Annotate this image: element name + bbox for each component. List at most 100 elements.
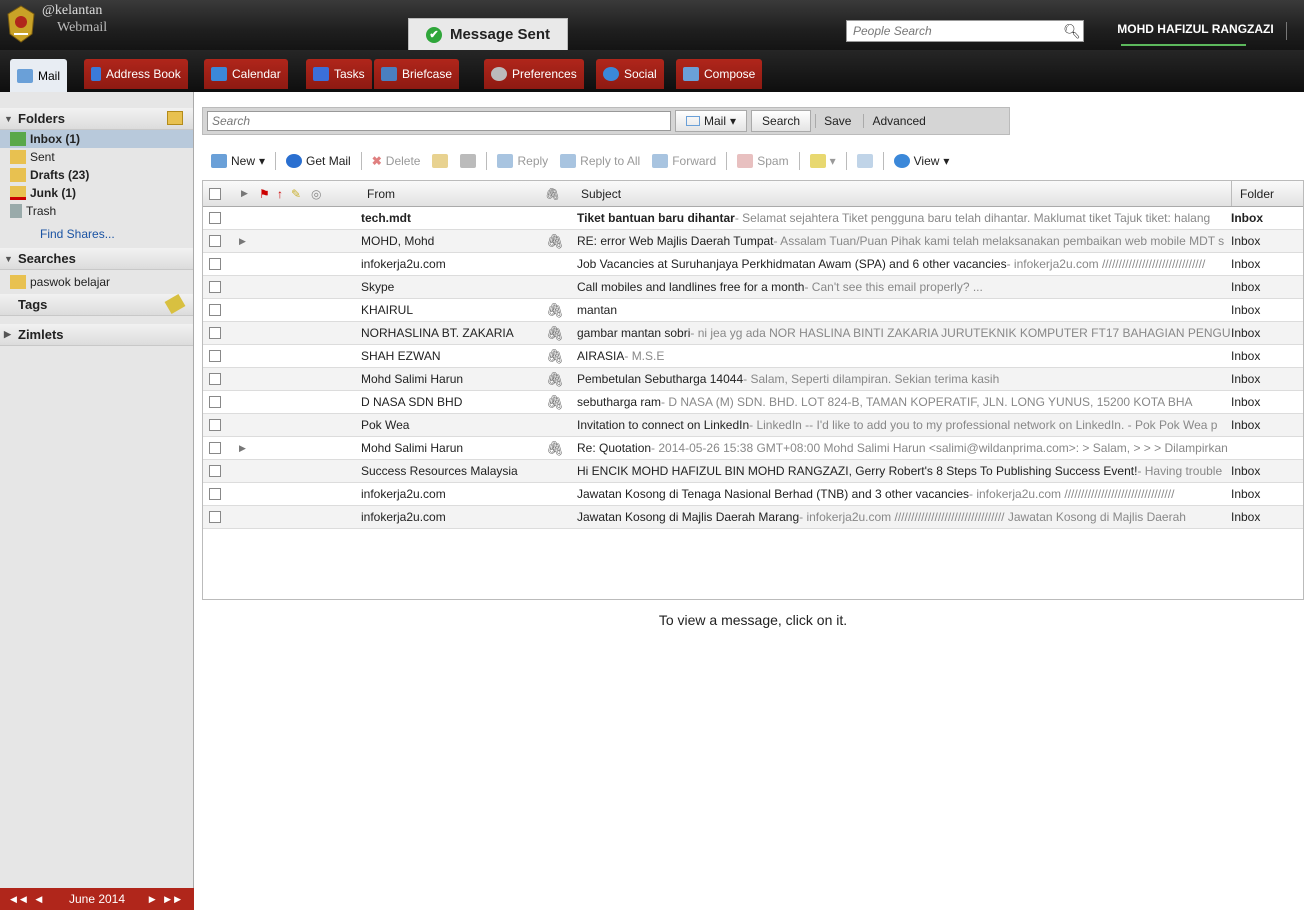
row-checkbox[interactable] — [209, 345, 225, 367]
attachment-column-icon[interactable]: 🖇︎ — [545, 181, 560, 206]
spam-button[interactable]: Spam — [732, 149, 793, 173]
new-tag-icon[interactable] — [164, 293, 186, 315]
sidebar-item-sent[interactable]: Sent — [0, 148, 193, 166]
sidebar-item-drafts[interactable]: Drafts (23) — [0, 166, 193, 184]
row-folder: Inbox — [1231, 322, 1295, 344]
folders-header[interactable]: ▼ Folders — [0, 108, 193, 130]
row-subject: Hi ENCIK MOHD HAFIZUL BIN MOHD RANGZAZI,… — [577, 460, 1303, 482]
folder-column-header[interactable]: Folder — [1231, 181, 1303, 206]
table-row[interactable]: Skype Call mobiles and landlines free for… — [203, 276, 1303, 299]
search-button[interactable]: Search — [751, 110, 812, 132]
new-folder-icon[interactable] — [167, 111, 183, 125]
table-row[interactable]: infokerja2u.com Job Vacancies at Suruhanj… — [203, 253, 1303, 276]
flag-column-icon[interactable]: ⚑ — [259, 181, 270, 206]
search-icon[interactable]: 🔍︎ — [1061, 23, 1083, 40]
tab-preferences[interactable]: Preferences — [484, 59, 584, 89]
row-checkbox[interactable] — [209, 460, 225, 482]
zimlets-header[interactable]: ▶ Zimlets — [0, 324, 193, 346]
next-month-icon[interactable]: ▶ ▶▶ — [149, 894, 184, 905]
get-mail-label: Get Mail — [306, 154, 351, 168]
row-checkbox[interactable] — [209, 299, 225, 321]
expand-arrow-icon[interactable]: ▶ — [4, 329, 18, 340]
view-button[interactable]: View ▾ — [889, 149, 955, 173]
get-mail-button[interactable]: Get Mail — [281, 149, 356, 173]
from-column-header[interactable]: From — [367, 181, 395, 206]
subject-column-header[interactable]: Subject — [581, 181, 621, 206]
save-search-button[interactable]: Save — [815, 114, 859, 128]
print-button[interactable] — [455, 149, 481, 173]
table-row[interactable]: infokerja2u.com Jawatan Kosong di Tenaga … — [203, 483, 1303, 506]
user-menu[interactable]: MOHD HAFIZUL RANGZAZI — [1105, 22, 1287, 46]
sidebar-item-saved-search[interactable]: paswok belajar — [0, 270, 193, 294]
table-row[interactable]: tech.mdt Tiket bantuan baru dihantar - Se… — [203, 207, 1303, 230]
tag-button[interactable]: ▾ — [805, 149, 841, 173]
table-row[interactable]: NORHASLINA BT. ZAKARIA 🖇︎ gambar mantan so… — [203, 322, 1303, 345]
row-from: Pok Wea — [361, 418, 410, 432]
row-checkbox[interactable] — [209, 414, 225, 436]
mail-search-input[interactable]: Search — [207, 111, 671, 131]
expand-conversation-icon[interactable]: ▶ — [239, 437, 253, 459]
reply-all-button[interactable]: Reply to All — [555, 149, 645, 173]
table-row[interactable]: infokerja2u.com Jawatan Kosong di Majlis … — [203, 506, 1303, 529]
row-folder: Inbox — [1231, 414, 1295, 436]
delete-button[interactable]: ✖ Delete — [367, 149, 426, 173]
prev-month-icon[interactable]: ◀◀ ◀ — [10, 894, 45, 905]
select-all-checkbox[interactable] — [209, 181, 221, 206]
searches-title: Searches — [18, 251, 76, 266]
detach-button[interactable] — [852, 149, 878, 173]
calendar-month[interactable]: June 2014 — [69, 892, 125, 906]
row-checkbox[interactable] — [209, 253, 225, 275]
move-button[interactable] — [427, 149, 453, 173]
table-row[interactable]: Success Resources Malaysia Hi ENCIK MOHD … — [203, 460, 1303, 483]
row-checkbox[interactable] — [209, 230, 225, 252]
row-from: infokerja2u.com — [361, 257, 446, 271]
sidebar-item-inbox[interactable]: Inbox (1) — [0, 130, 193, 148]
tab-tasks[interactable]: Tasks — [306, 59, 372, 89]
toolbar-divider — [275, 152, 277, 170]
new-button[interactable]: New ▾ — [206, 149, 270, 173]
tab-mail[interactable]: Mail — [10, 59, 68, 92]
subject-fragment: - D NASA (M) SDN. BHD. LOT 824-B, TAMAN … — [661, 395, 1193, 409]
row-checkbox[interactable] — [209, 506, 225, 528]
reply-button[interactable]: Reply — [492, 149, 553, 173]
row-checkbox[interactable] — [209, 276, 225, 298]
tab-social[interactable]: Social — [596, 59, 664, 89]
people-search-field[interactable]: People Search 🔍︎ — [846, 20, 1084, 42]
tab-calendar[interactable]: Calendar — [204, 59, 288, 89]
expand-column-icon[interactable]: ▶ — [241, 181, 248, 206]
row-checkbox[interactable] — [209, 483, 225, 505]
tags-title: Tags — [18, 297, 48, 312]
row-checkbox[interactable] — [209, 437, 225, 459]
find-shares-link[interactable]: Find Shares... — [0, 220, 193, 248]
status-column-icon[interactable]: ◎ — [311, 181, 321, 206]
advanced-search-button[interactable]: Advanced — [863, 114, 933, 128]
table-row[interactable]: KHAIRUL 🖇︎ mantan Inbox — [203, 299, 1303, 322]
tag-column-icon[interactable]: ✎ — [291, 181, 301, 206]
row-checkbox[interactable] — [209, 391, 225, 413]
table-row[interactable]: SHAH EZWAN 🖇︎ AIRASIA - M.S.E Inbox — [203, 345, 1303, 368]
searches-header[interactable]: ▼ Searches — [0, 248, 193, 270]
subject-text: sebutharga ram — [577, 395, 662, 409]
table-row[interactable]: ▶ MOHD, Mohd 🖇︎ RE: error Web Majlis Daerah… — [203, 230, 1303, 253]
collapse-arrow-icon[interactable]: ▼ — [4, 254, 18, 264]
table-row[interactable]: ▶ Mohd Salimi Harun 🖇︎ Re: Quotation - 2014… — [203, 437, 1303, 460]
sidebar-item-junk[interactable]: Junk (1) — [0, 184, 193, 202]
row-from: D NASA SDN BHD — [361, 395, 463, 409]
search-scope-select[interactable]: Mail ▾ — [675, 110, 748, 132]
forward-button[interactable]: Forward — [647, 149, 721, 173]
row-checkbox[interactable] — [209, 322, 225, 344]
expand-conversation-icon[interactable]: ▶ — [239, 230, 253, 252]
tab-address-book[interactable]: Address Book — [84, 59, 188, 89]
priority-column-icon[interactable]: ↑ — [277, 181, 283, 206]
table-row[interactable]: D NASA SDN BHD 🖇︎ sebutharga ram - D NASA … — [203, 391, 1303, 414]
tab-briefcase[interactable]: Briefcase — [374, 59, 460, 89]
tab-compose[interactable]: Compose — [676, 59, 763, 89]
table-row[interactable]: Mohd Salimi Harun 🖇︎ Pembetulan Sebutharga… — [203, 368, 1303, 391]
row-checkbox[interactable] — [209, 207, 225, 229]
row-checkbox[interactable] — [209, 368, 225, 390]
tags-header[interactable]: Tags — [0, 293, 193, 316]
sidebar-item-trash[interactable]: Trash — [0, 202, 193, 220]
people-search-input[interactable]: People Search — [847, 24, 1061, 38]
collapse-arrow-icon[interactable]: ▼ — [4, 114, 18, 124]
table-row[interactable]: Pok Wea Invitation to connect on LinkedIn… — [203, 414, 1303, 437]
